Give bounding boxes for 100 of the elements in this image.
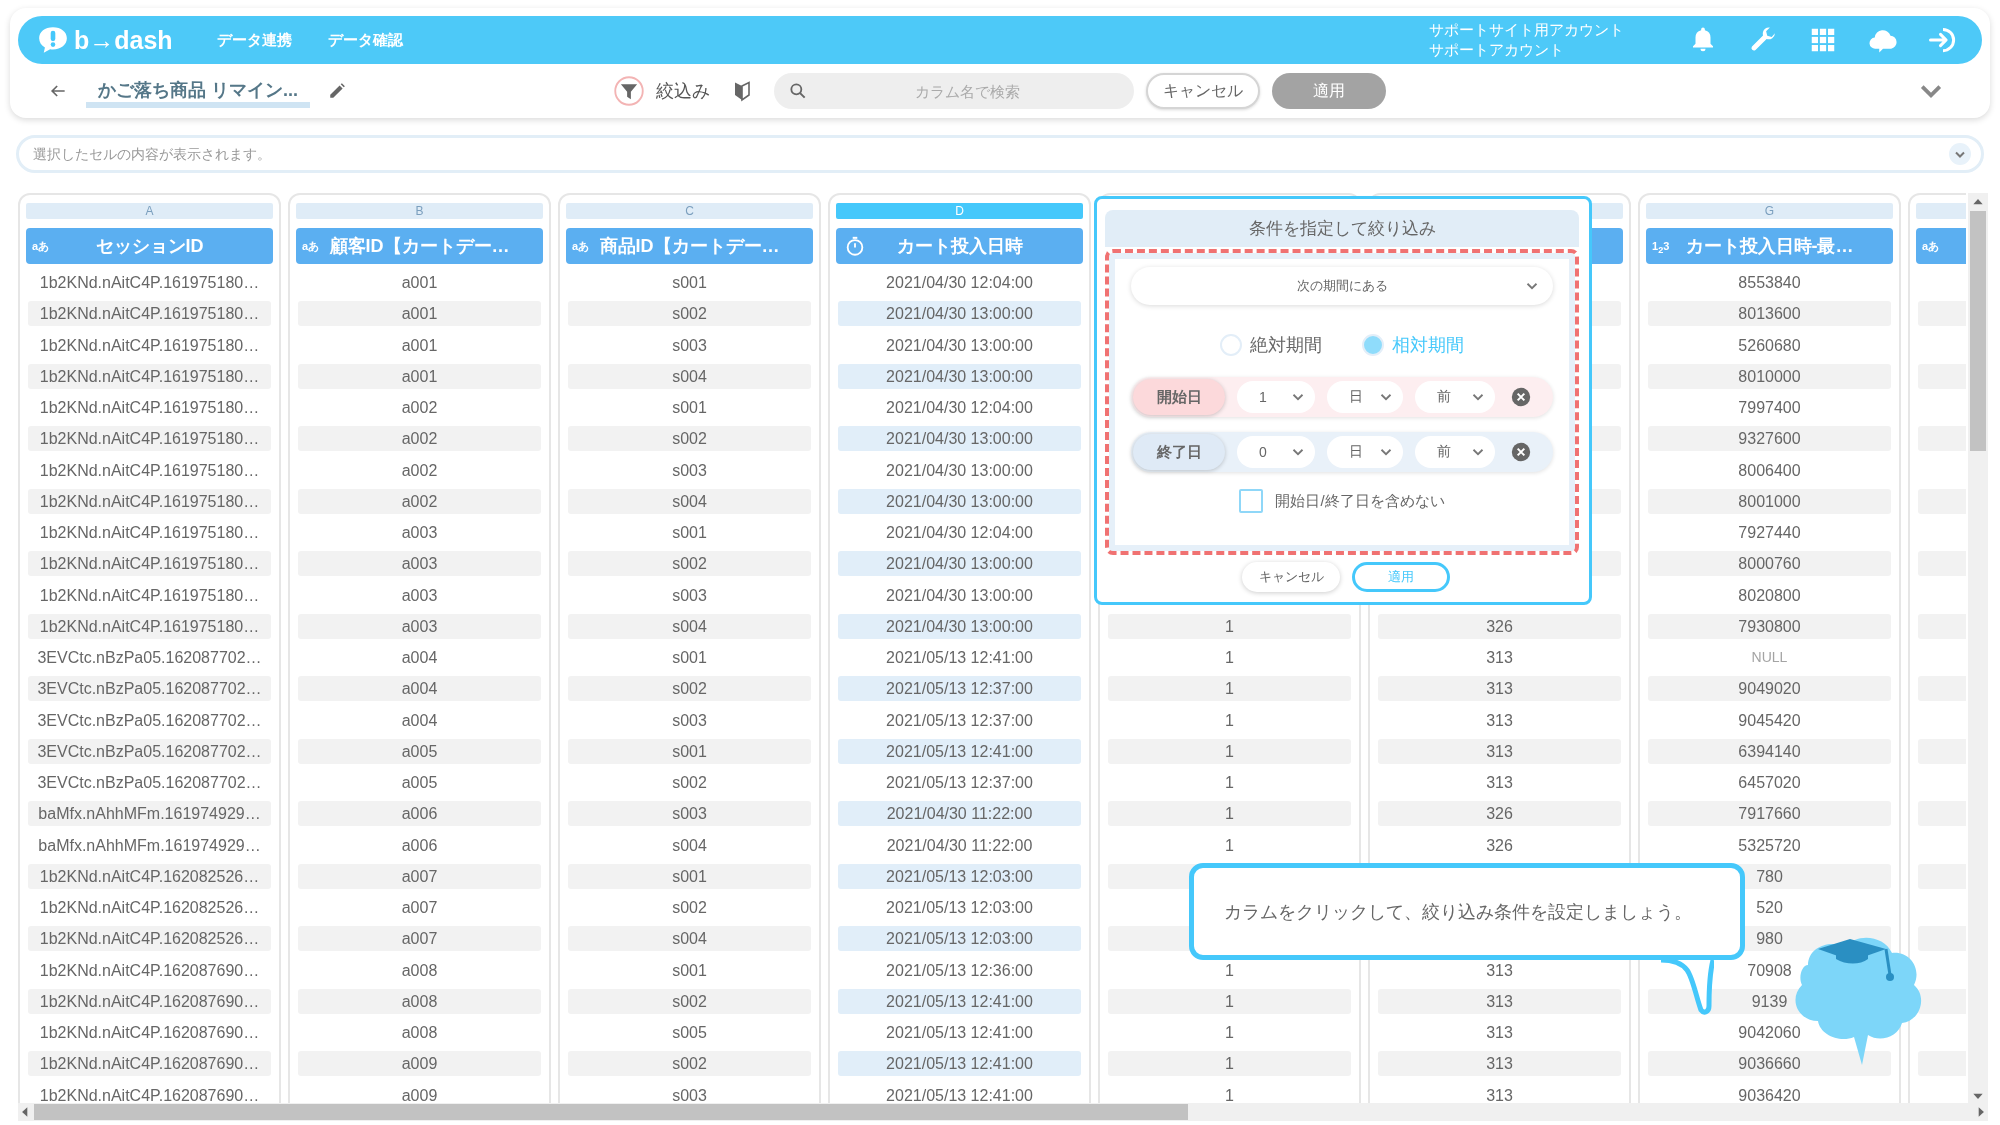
cancel-button[interactable]: キャンセル (1242, 562, 1340, 592)
direction-select[interactable]: 前 (1415, 381, 1495, 413)
table-cell[interactable]: 1b2KNd.nAitC4P.161975180… (28, 551, 271, 577)
table-cell[interactable]: 2021/05/13 12:41:00 (838, 988, 1081, 1014)
table-cell[interactable]: 1 (1108, 1051, 1351, 1077)
table-cell[interactable]: s001 (568, 738, 811, 764)
table-cell[interactable]: 1b2KNd.nAitC4P.161975180… (28, 395, 271, 421)
table-cell[interactable]: s004 (568, 363, 811, 389)
table-cell[interactable]: 8020800 (1648, 582, 1891, 608)
table-cell[interactable]: 2021/04/30 13:00:00 (838, 613, 1081, 639)
table-cell[interactable]: 8006400 (1648, 457, 1891, 483)
table-cell[interactable]: 6394140 (1648, 738, 1891, 764)
table-cell[interactable]: 326 (1378, 832, 1621, 858)
cell-content-field[interactable]: 選択したセルの内容が表示されます。 (16, 135, 1984, 173)
logo-icon[interactable] (36, 25, 70, 55)
table-cell[interactable]: a003 (298, 613, 541, 639)
amount-select[interactable]: 1 (1237, 381, 1315, 413)
table-cell[interactable]: s001 (568, 270, 811, 296)
vertical-scrollbar[interactable] (1968, 193, 1988, 1103)
table-cell[interactable]: a002 (298, 488, 541, 514)
table-cell[interactable]: a007 (298, 926, 541, 952)
table-cell[interactable]: s004 (568, 832, 811, 858)
table-cell[interactable]: 313 (1378, 957, 1621, 983)
table-cell[interactable]: 1b2KNd.nAitC4P.162087690… (28, 1020, 271, 1046)
table-cell[interactable]: 2021/04/30 11:22:00 (838, 832, 1081, 858)
table-cell[interactable]: 1b2KNd.nAitC4P.161975180… (28, 520, 271, 546)
cancel-button[interactable]: キャンセル (1146, 73, 1260, 109)
table-cell[interactable]: s003 (568, 707, 811, 733)
table-cell[interactable]: 3EVCtc.nBzPa05.162087702… (28, 707, 271, 733)
table-cell[interactable]: 2021/04/30 13:00:00 (838, 488, 1081, 514)
table-cell[interactable]: baMfx.nAhhMFm.161974929… (28, 801, 271, 827)
table-cell[interactable]: 3EVCtc.nBzPa05.162087702… (28, 676, 271, 702)
table-cell[interactable]: 1b2KNd.nAitC4P.162082526… (28, 863, 271, 889)
condition-dropdown[interactable]: 次の期間にある (1131, 267, 1553, 305)
table-cell[interactable]: 8013600 (1648, 301, 1891, 327)
table-cell[interactable]: a002 (298, 457, 541, 483)
table-cell[interactable]: a003 (298, 582, 541, 608)
table-cell[interactable]: 1b2KNd.nAitC4P.161975180… (28, 426, 271, 452)
filter-icon[interactable] (614, 76, 644, 106)
table-cell[interactable]: 7917660 (1648, 801, 1891, 827)
table-cell[interactable]: s002 (568, 676, 811, 702)
table-cell[interactable]: 9327600 (1648, 426, 1891, 452)
table-cell[interactable]: a003 (298, 551, 541, 577)
table-cell[interactable]: 313 (1378, 1082, 1621, 1103)
table-cell[interactable]: s004 (568, 488, 811, 514)
table-cell[interactable]: 2021/04/30 13:00:00 (838, 363, 1081, 389)
table-cell[interactable]: 1 (1108, 613, 1351, 639)
table-cell[interactable]: a006 (298, 832, 541, 858)
table-cell[interactable]: 2021/04/30 13:00:00 (838, 457, 1081, 483)
table-cell[interactable]: 1b2KNd.nAitC4P.161975180… (28, 363, 271, 389)
table-cell[interactable]: 2021/05/13 12:03:00 (838, 863, 1081, 889)
table-cell[interactable]: a003 (298, 520, 541, 546)
table-cell[interactable]: 1 (1108, 988, 1351, 1014)
table-cell[interactable]: 2021/04/30 12:04:00 (838, 270, 1081, 296)
table-cell[interactable]: a001 (298, 270, 541, 296)
table-cell[interactable]: 6457020 (1648, 770, 1891, 796)
table-cell[interactable]: 313 (1378, 738, 1621, 764)
table-cell[interactable]: 1b2KNd.nAitC4P.162082526… (28, 895, 271, 921)
table-cell[interactable]: 326 (1378, 801, 1621, 827)
table-cell[interactable]: 2021/04/30 13:00:00 (838, 301, 1081, 327)
table-cell[interactable]: s002 (568, 551, 811, 577)
table-cell[interactable]: 7930800 (1648, 613, 1891, 639)
table-cell[interactable]: 2021/05/13 12:41:00 (838, 1020, 1081, 1046)
table-cell[interactable]: s002 (568, 1051, 811, 1077)
table-cell[interactable]: s003 (568, 582, 811, 608)
table-cell[interactable]: 1b2KNd.nAitC4P.161975180… (28, 488, 271, 514)
table-cell[interactable]: 3EVCtc.nBzPa05.162087702… (28, 645, 271, 671)
table-cell[interactable]: 1 (1108, 832, 1351, 858)
table-cell[interactable]: 326 (1378, 613, 1621, 639)
table-cell[interactable]: 313 (1378, 1051, 1621, 1077)
table-cell[interactable]: a009 (298, 1051, 541, 1077)
table-cell[interactable]: 2021/04/30 11:22:00 (838, 801, 1081, 827)
table-cell[interactable]: s003 (568, 801, 811, 827)
table-cell[interactable]: 8553840 (1648, 270, 1891, 296)
table-cell[interactable]: 2021/05/13 12:41:00 (838, 1082, 1081, 1103)
table-cell[interactable]: 5325720 (1648, 832, 1891, 858)
table-cell[interactable]: 1b2KNd.nAitC4P.161975180… (28, 582, 271, 608)
clear-icon[interactable] (1511, 387, 1531, 407)
table-cell[interactable]: 5260680 (1648, 332, 1891, 358)
table-cell[interactable]: 1b2KNd.nAitC4P.162082526… (28, 926, 271, 952)
table-cell[interactable]: 2021/05/13 12:37:00 (838, 676, 1081, 702)
table-cell[interactable]: 313 (1378, 770, 1621, 796)
table-cell[interactable]: 313 (1378, 1020, 1621, 1046)
table-cell[interactable]: a001 (298, 363, 541, 389)
table-cell[interactable]: 1b2KNd.nAitC4P.162087690… (28, 1051, 271, 1077)
table-cell[interactable]: a004 (298, 676, 541, 702)
table-cell[interactable]: baMfx.nAhhMFm.161974929… (28, 832, 271, 858)
table-cell[interactable]: 313 (1378, 645, 1621, 671)
table-cell[interactable]: 2021/04/30 12:04:00 (838, 520, 1081, 546)
table-cell[interactable]: a004 (298, 645, 541, 671)
table-cell[interactable]: 2021/05/13 12:03:00 (838, 895, 1081, 921)
table-cell[interactable]: a005 (298, 738, 541, 764)
table-cell[interactable]: a007 (298, 863, 541, 889)
period-radio[interactable]: 絶対期間 (1220, 333, 1322, 357)
table-cell[interactable]: s001 (568, 520, 811, 546)
table-cell[interactable]: 2021/05/13 12:37:00 (838, 770, 1081, 796)
table-cell[interactable]: a006 (298, 801, 541, 827)
table-cell[interactable]: 1 (1108, 645, 1351, 671)
table-cell[interactable]: 2021/04/30 13:00:00 (838, 551, 1081, 577)
unit-select[interactable]: 日 (1327, 436, 1403, 468)
